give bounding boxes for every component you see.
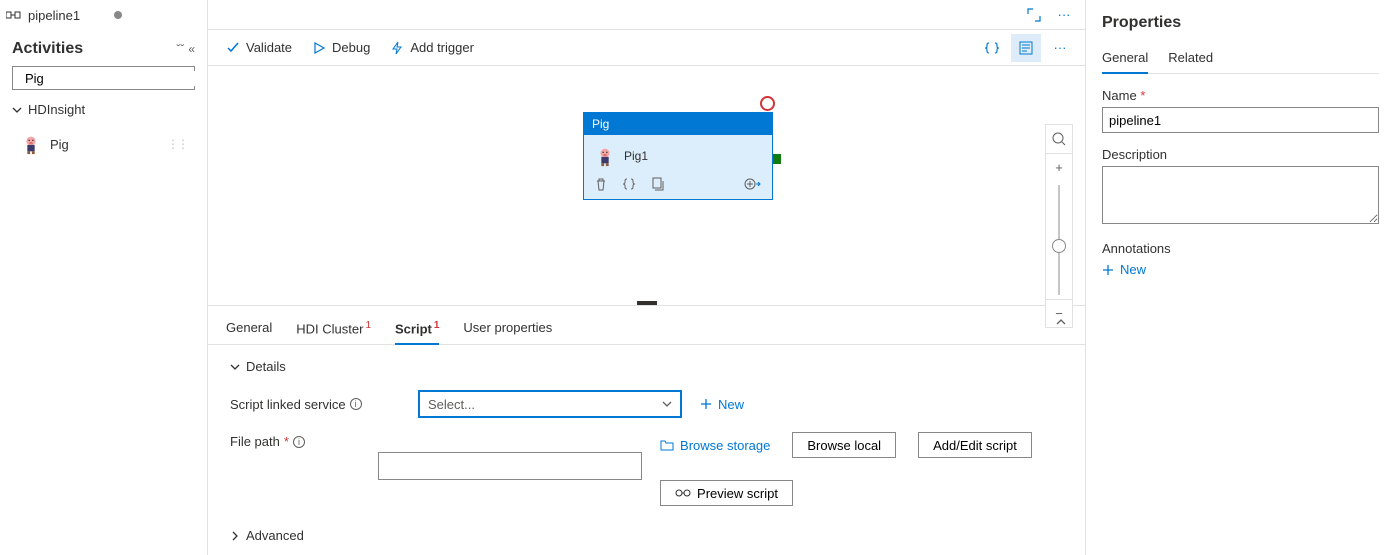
search-icon (1052, 132, 1066, 146)
folder-icon (660, 439, 674, 451)
top-more-button[interactable]: ··· (1049, 1, 1079, 29)
required-marker: * (284, 434, 289, 449)
zoom-in-button[interactable]: + (1046, 153, 1072, 181)
chevron-down-icon (12, 105, 22, 115)
collapse-panel-icon[interactable]: « (188, 42, 195, 56)
activity-item-pig[interactable]: Pig ⋮⋮ (14, 129, 193, 159)
properties-toggle-button[interactable] (1011, 34, 1041, 62)
zoom-control: + − (1045, 124, 1073, 328)
config-tab-user-properties[interactable]: User properties (463, 314, 552, 343)
linked-service-label: Script linked service (230, 397, 346, 412)
browse-local-button[interactable]: Browse local (792, 432, 896, 458)
file-path-input[interactable] (378, 452, 642, 480)
browse-storage-button[interactable]: Browse storage (660, 438, 770, 453)
chevron-right-icon (230, 531, 240, 541)
node-output-connector[interactable] (773, 154, 781, 164)
advanced-section-toggle[interactable]: Advanced (208, 512, 1085, 543)
chevron-down-icon (662, 399, 672, 409)
preview-script-label: Preview script (697, 486, 778, 501)
props-tab-general[interactable]: General (1102, 46, 1148, 73)
name-field-label: Name * (1102, 88, 1379, 103)
new-linked-service-button[interactable]: New (700, 397, 744, 412)
braces-icon (984, 41, 1000, 55)
props-tab-related[interactable]: Related (1168, 46, 1213, 73)
pipeline-canvas[interactable]: Pig Pig1 (208, 66, 1085, 305)
annotations-label: Annotations (1102, 241, 1379, 256)
activity-item-label: Pig (50, 137, 69, 152)
description-field-label: Description (1102, 147, 1379, 162)
name-input[interactable] (1102, 107, 1379, 133)
node-name-label: Pig1 (624, 149, 648, 163)
pipeline-tab[interactable]: pipeline1 (6, 8, 122, 23)
advanced-label: Advanced (246, 528, 304, 543)
validate-label: Validate (246, 40, 292, 55)
new-annotation-label: New (1120, 262, 1146, 277)
select-placeholder: Select... (428, 397, 475, 412)
chevron-up-icon (1055, 316, 1067, 328)
add-trigger-button[interactable]: Add trigger (382, 36, 482, 59)
info-icon[interactable]: i (293, 436, 305, 448)
dirty-indicator-icon (114, 11, 122, 19)
properties-heading: Properties (1102, 14, 1379, 32)
config-tab-script[interactable]: Script1 (395, 314, 439, 344)
tree-section-hdinsight[interactable]: HDInsight (0, 98, 207, 121)
new-annotation-button[interactable]: New (1102, 262, 1146, 277)
zoom-fit-button[interactable] (1046, 125, 1072, 153)
plus-icon: + (1055, 160, 1063, 175)
plus-icon (1102, 264, 1114, 276)
file-path-label: File path (230, 434, 280, 449)
info-icon[interactable]: i (350, 398, 362, 410)
validate-button[interactable]: Validate (218, 36, 300, 59)
expand-icon (1027, 8, 1041, 22)
description-input[interactable] (1102, 166, 1379, 224)
ellipsis-icon: ··· (1058, 7, 1071, 22)
config-tab-hdi-cluster[interactable]: HDI Cluster1 (296, 314, 371, 344)
new-label: New (718, 397, 744, 412)
properties-icon (1019, 41, 1033, 55)
pipeline-tab-label: pipeline1 (28, 8, 80, 23)
trash-icon[interactable] (594, 177, 608, 191)
preview-script-button[interactable]: Preview script (660, 480, 793, 506)
play-icon (312, 41, 326, 55)
activities-search[interactable] (12, 66, 195, 90)
glasses-icon (675, 488, 691, 498)
debug-button[interactable]: Debug (304, 36, 378, 59)
panel-resize-handle[interactable] (637, 301, 657, 305)
add-trigger-label: Add trigger (410, 40, 474, 55)
activity-node-pig[interactable]: Pig Pig1 (583, 112, 773, 200)
config-collapse-button[interactable] (1055, 316, 1067, 331)
add-edit-script-button[interactable]: Add/Edit script (918, 432, 1032, 458)
tree-section-label: HDInsight (28, 102, 85, 117)
expand-window-button[interactable] (1019, 1, 1049, 29)
browse-storage-label: Browse storage (680, 438, 770, 453)
activities-search-input[interactable] (25, 71, 201, 86)
pig-icon (20, 133, 42, 155)
activities-heading: Activities (12, 40, 83, 58)
browse-local-label: Browse local (807, 438, 881, 453)
braces-icon[interactable] (622, 177, 636, 191)
details-section-toggle[interactable]: Details (208, 345, 1085, 384)
copy-icon[interactable] (650, 177, 664, 191)
plus-icon (700, 398, 712, 410)
lightning-icon (390, 41, 404, 55)
add-edit-script-label: Add/Edit script (933, 438, 1017, 453)
details-label: Details (246, 359, 286, 374)
add-output-icon[interactable] (744, 177, 762, 191)
action-more-button[interactable]: ··· (1045, 34, 1075, 62)
zoom-thumb[interactable] (1052, 239, 1066, 253)
pig-icon (594, 145, 616, 167)
check-icon (226, 41, 240, 55)
code-view-button[interactable] (977, 34, 1007, 62)
pipeline-icon (6, 8, 22, 22)
zoom-slider[interactable] (1058, 185, 1060, 295)
debug-label: Debug (332, 40, 370, 55)
node-status-icon (760, 96, 775, 111)
config-tab-general[interactable]: General (226, 314, 272, 343)
drag-handle-icon[interactable]: ⋮⋮ (167, 137, 187, 151)
chevron-down-icon (230, 362, 240, 372)
linked-service-select[interactable]: Select... (418, 390, 682, 418)
collapse-all-icon[interactable]: ˇˇ (176, 42, 184, 56)
node-type-label: Pig (584, 113, 772, 135)
ellipsis-icon: ··· (1054, 40, 1067, 55)
